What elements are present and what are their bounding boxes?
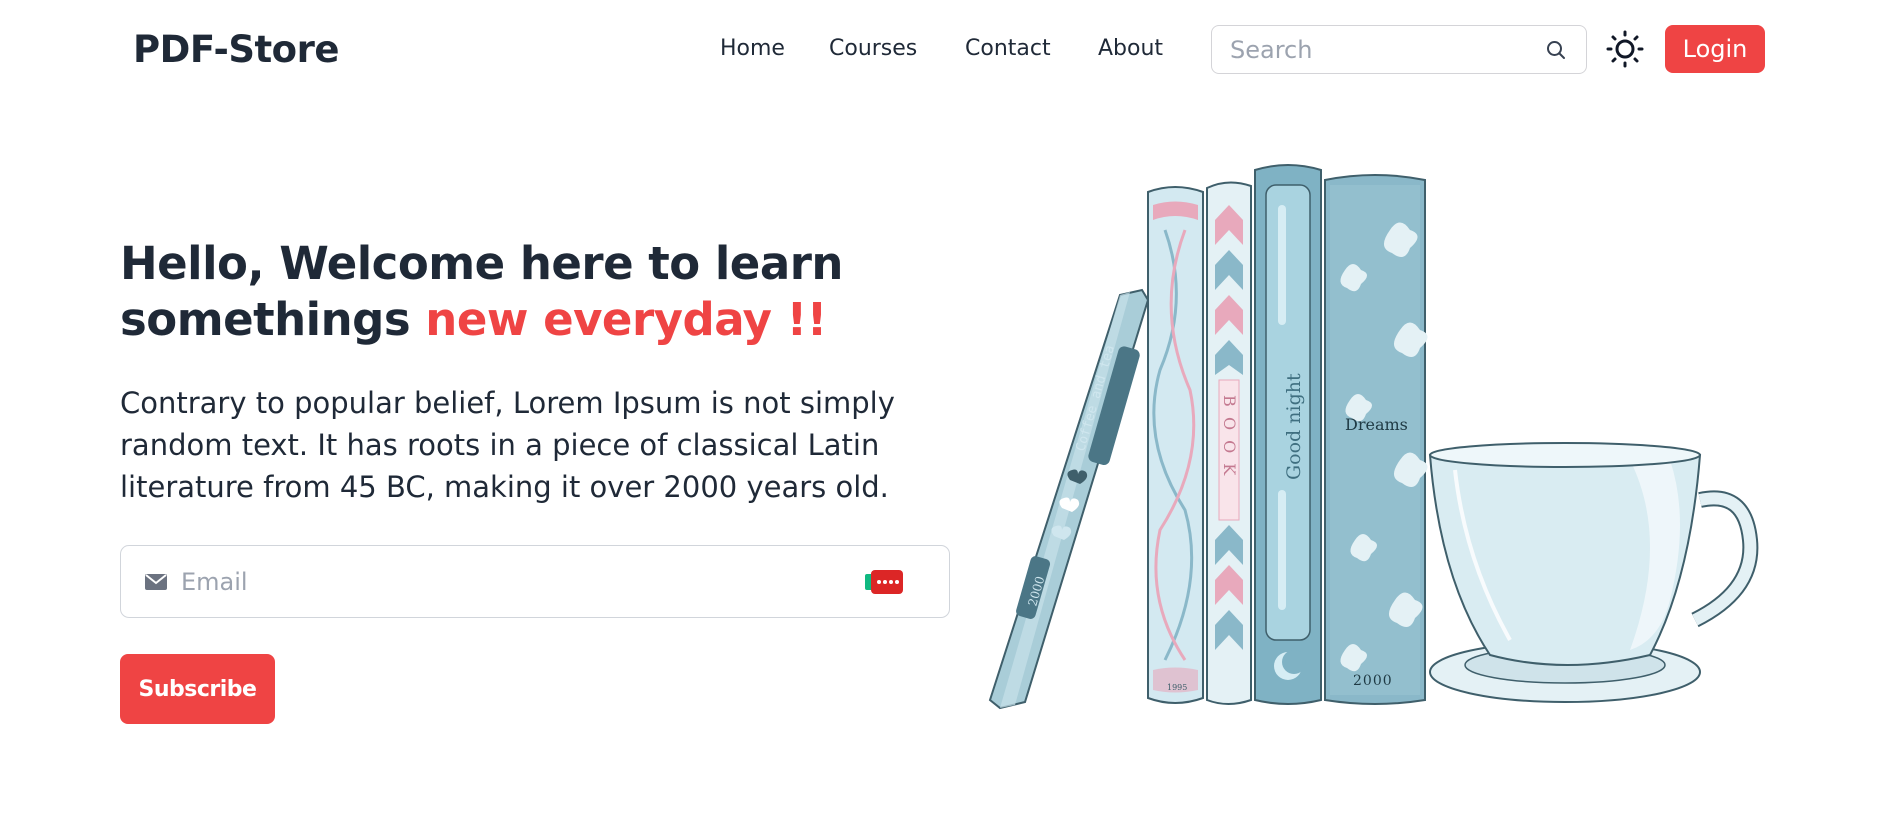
site-logo[interactable]: PDF-Store [133,28,339,71]
mail-icon [145,573,167,590]
book2-year: 1995 [1167,683,1187,692]
book-five: Dreams 2000 [1324,174,1428,705]
book5-year: 2000 [1353,673,1393,689]
books-and-cup-illustration: Coffee and tea 2000 1995 BOOK Good night [988,164,1759,710]
email-input[interactable] [181,567,861,596]
search-input[interactable] [1230,35,1530,64]
book3-title: BOOK [1220,395,1239,485]
book-four: Good night [1254,164,1322,705]
hero-title-accent: new everyday !! [425,293,827,346]
login-button[interactable]: Login [1665,25,1765,73]
leaning-book: Coffee and tea 2000 [988,288,1150,710]
password-manager-icon[interactable] [865,568,903,596]
hero-description: Contrary to popular belief, Lorem Ipsum … [120,386,895,504]
nav-link-about[interactable]: About [1098,36,1163,61]
hero-title: Hello, Welcome here to learn somethings … [120,236,880,348]
search-icon[interactable] [1544,38,1568,62]
sun-icon[interactable] [1606,30,1644,68]
book-three: BOOK [1206,181,1252,705]
book4-title: Good night [1283,373,1305,480]
nav-link-courses[interactable]: Courses [829,36,917,61]
email-field [120,545,950,618]
search-box [1211,25,1587,74]
book5-title: Dreams [1345,415,1408,434]
nav-link-home[interactable]: Home [720,36,785,61]
book-two: 1995 [1147,186,1204,704]
nav-link-contact[interactable]: Contact [965,36,1051,61]
tea-cup [1428,442,1759,703]
navbar: PDF-Store Home Courses Contact About Log… [0,0,1888,98]
subscribe-button[interactable]: Subscribe [120,654,275,724]
